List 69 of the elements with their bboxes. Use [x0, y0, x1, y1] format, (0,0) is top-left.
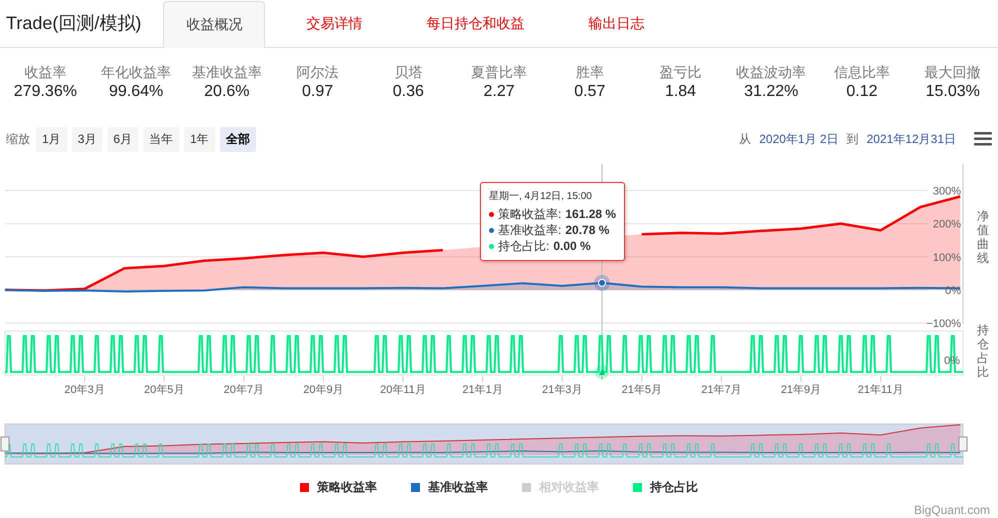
zoom-label: 缩放 — [6, 130, 30, 148]
stat-value: 31.22% — [744, 83, 798, 101]
x-axis-label: 20年11月 — [380, 384, 426, 396]
zoom-button[interactable]: 1月 — [36, 126, 67, 152]
hover-marker — [594, 274, 610, 291]
menu-icon[interactable] — [974, 132, 992, 146]
stat-label: 阿尔法 — [296, 64, 339, 82]
x-axis-label: 20年5月 — [144, 384, 184, 396]
series-name: 基准收益率: — [498, 222, 562, 238]
y-axis-label: 100% — [932, 252, 961, 264]
stat-value: 1.84 — [664, 83, 696, 101]
y-axis-label: 200% — [932, 218, 961, 231]
series-name: 持仓占比: — [498, 238, 550, 254]
series-name: 策略收益率: — [498, 206, 562, 222]
stat-label: 夏普比率 — [471, 64, 528, 82]
x-axis-label: 21年9月 — [780, 384, 822, 396]
zoom-button[interactable]: 6月 — [107, 126, 138, 152]
legend-item[interactable]: 持仓占比 — [627, 478, 704, 497]
stat-label: 基准收益率 — [192, 64, 262, 82]
tab[interactable]: 收益概况 — [163, 1, 266, 48]
zoom-button[interactable]: 全部 — [220, 126, 256, 152]
axis-title: 净值曲线 — [977, 209, 989, 265]
zoom-button[interactable]: 1年 — [184, 126, 215, 152]
x-axis-label: 21年1月 — [462, 384, 503, 396]
stat-label: 贝塔 — [394, 64, 422, 82]
x-axis-label: 21年11月 — [858, 384, 904, 396]
page-title: Trade(回测/模拟) — [5, 12, 142, 35]
stat-label: 收益波动率 — [736, 64, 806, 82]
stat-value: 99.64% — [108, 83, 164, 101]
zoom-button[interactable]: 3月 — [72, 126, 102, 152]
series-value: 0.00 % — [553, 238, 591, 254]
x-axis-label: 20年3月 — [64, 384, 105, 396]
hover-marker — [595, 365, 609, 379]
tab[interactable]: 交易详情 — [283, 0, 386, 47]
stat-value: 0.12 — [846, 83, 878, 101]
stat-label: 年化收益率 — [101, 64, 172, 82]
series-value: 161.28 % — [565, 206, 616, 222]
from-label: 从 — [739, 130, 752, 148]
stat-label: 信息比率 — [834, 64, 890, 82]
x-axis-label: 21年3月 — [542, 384, 582, 396]
x-axis-label: 20年9月 — [303, 384, 344, 396]
tab[interactable]: 每日持仓和收益 — [403, 0, 548, 47]
stat-label: 收益率 — [24, 64, 66, 82]
tooltip-header: 星期一, 4月12日, 15:00 — [489, 190, 593, 203]
date-field[interactable]: 2021年12月31日 — [866, 128, 956, 150]
stat-value: 0.57 — [574, 83, 606, 101]
tab[interactable]: 输出日志 — [565, 0, 668, 47]
legend-item[interactable]: 基准收益率 — [405, 478, 494, 497]
stat-label: 盈亏比 — [660, 64, 702, 82]
zoom-button[interactable]: 当年 — [143, 126, 180, 152]
stat-value: 0.97 — [302, 83, 334, 101]
to-label: 到 — [846, 130, 859, 148]
stat-label: 胜率 — [576, 64, 604, 82]
stat-label: 最大回撤 — [924, 64, 981, 82]
navigator-drawing[interactable] — [0, 424, 968, 464]
x-axis-label: 20年7月 — [224, 384, 264, 396]
legend-item[interactable]: 策略收益率 — [294, 478, 383, 497]
y-axis-label: −100% — [926, 318, 961, 330]
series-value: 20.78 % — [565, 222, 610, 238]
x-axis-label: 21年5月 — [622, 384, 662, 396]
axis-title: 持仓占比 — [977, 323, 989, 379]
y-axis-label: 300% — [932, 186, 961, 198]
stat-value: 20.6% — [204, 83, 250, 101]
stat-value: 15.03% — [926, 83, 980, 101]
stat-value: 0.36 — [392, 83, 424, 101]
stat-value: 2.27 — [483, 83, 515, 101]
date-field[interactable]: 2020年1月 2日 — [759, 128, 839, 150]
x-axis-label: 21年7月 — [701, 384, 742, 396]
stat-value: 279.36% — [14, 83, 77, 101]
